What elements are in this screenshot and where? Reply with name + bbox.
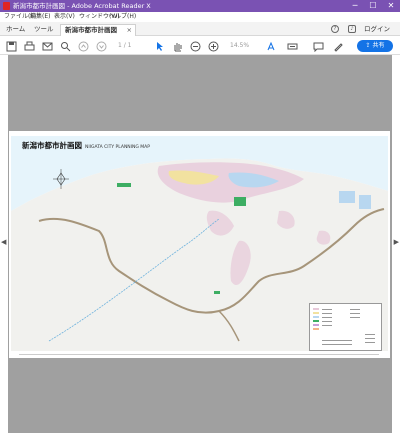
legend-swatch: [313, 316, 319, 318]
menu-help[interactable]: ヘルプ(H): [109, 13, 136, 21]
legend-swatch: [313, 312, 319, 314]
page-canvas[interactable]: 新潟市都市計画図 NIIGATA CITY PLANNING MAP: [8, 55, 392, 433]
tab-bar: ホーム ツール 新潟市都市計画図 × ? ♪ ログイン: [0, 22, 400, 36]
comment-icon[interactable]: [313, 41, 324, 52]
pdf-page[interactable]: 新潟市都市計画図 NIIGATA CITY PLANNING MAP: [9, 131, 390, 358]
share-label: 共有: [372, 42, 385, 49]
tab-tools[interactable]: ツール: [34, 24, 54, 36]
pen-icon[interactable]: [333, 41, 344, 52]
help-icon[interactable]: ?: [331, 25, 339, 33]
legend-line: [322, 340, 352, 341]
zoom-level-field[interactable]: 14.5%: [230, 41, 249, 51]
map-title-text: 新潟市都市計画図: [22, 141, 82, 150]
menu-edit[interactable]: 編集(E): [30, 13, 50, 21]
left-panel-toggle[interactable]: ◀: [0, 55, 8, 433]
login-link[interactable]: ログイン: [364, 24, 390, 35]
minimize-button[interactable]: ─: [346, 0, 364, 12]
legend-line: [365, 334, 375, 335]
legend-line: [350, 317, 360, 318]
page-down-icon[interactable]: [96, 41, 107, 52]
tab-close-icon[interactable]: ×: [127, 25, 132, 36]
keyboard-icon[interactable]: [287, 41, 298, 52]
legend-swatch: [313, 328, 319, 330]
document-viewer[interactable]: ◀ ▶ 新潟市都市計画図 NIIGATA CITY PLANNING MAP: [0, 55, 400, 433]
toolbar: 1 / 1 14.5% ⇪ 共有: [0, 37, 400, 55]
legend-swatch: [313, 308, 319, 310]
tab-document[interactable]: 新潟市都市計画図 ×: [60, 24, 136, 36]
hand-icon[interactable]: [172, 41, 183, 52]
legend-line: [322, 325, 332, 326]
menu-view[interactable]: 表示(V): [54, 13, 75, 21]
page-footer-rule: [19, 354, 379, 355]
legend-line: [322, 309, 332, 310]
legend-swatch: [313, 324, 319, 326]
fit-page-icon[interactable]: [266, 41, 277, 52]
window-title: 新潟市都市計画図 - Adobe Acrobat Reader X: [13, 2, 151, 10]
tab-document-label: 新潟市都市計画図: [65, 26, 117, 34]
page-indicator[interactable]: 1 / 1: [118, 41, 131, 51]
legend-line: [322, 313, 332, 314]
legend-swatch: [313, 320, 319, 322]
legend-line: [365, 338, 375, 339]
zoom-out-icon[interactable]: [190, 41, 201, 52]
close-window-button[interactable]: ✕: [382, 0, 400, 12]
map-title: 新潟市都市計画図 NIIGATA CITY PLANNING MAP: [22, 140, 150, 151]
legend-line: [322, 344, 352, 345]
legend-line: [350, 309, 360, 310]
legend-line: [322, 317, 332, 318]
map-subtitle: NIIGATA CITY PLANNING MAP: [85, 145, 150, 150]
print-icon[interactable]: [24, 41, 35, 52]
acrobat-app-icon: [3, 2, 10, 10]
email-icon[interactable]: [42, 41, 53, 52]
share-button[interactable]: ⇪ 共有: [357, 40, 393, 52]
tab-home[interactable]: ホーム: [6, 24, 25, 36]
page-up-icon[interactable]: [78, 41, 89, 52]
chevron-right-icon[interactable]: ▶: [394, 238, 399, 246]
legend-line: [350, 313, 360, 314]
map-legend: [309, 303, 382, 351]
right-panel-toggle[interactable]: ▶: [392, 55, 400, 433]
search-icon[interactable]: [60, 41, 71, 52]
legend-line: [322, 321, 332, 322]
bell-icon[interactable]: ♪: [348, 25, 356, 33]
title-bar: 新潟市都市計画図 - Adobe Acrobat Reader X ─ ☐ ✕: [0, 0, 400, 12]
save-icon[interactable]: [6, 41, 17, 52]
legend-line: [365, 342, 375, 343]
zoom-in-icon[interactable]: [208, 41, 219, 52]
menu-bar: ファイル(F) 編集(E) 表示(V) ウィンドウ(W) ヘルプ(H): [0, 12, 400, 22]
maximize-button[interactable]: ☐: [364, 0, 382, 12]
chevron-left-icon[interactable]: ◀: [1, 238, 6, 246]
select-arrow-icon[interactable]: [154, 41, 165, 52]
